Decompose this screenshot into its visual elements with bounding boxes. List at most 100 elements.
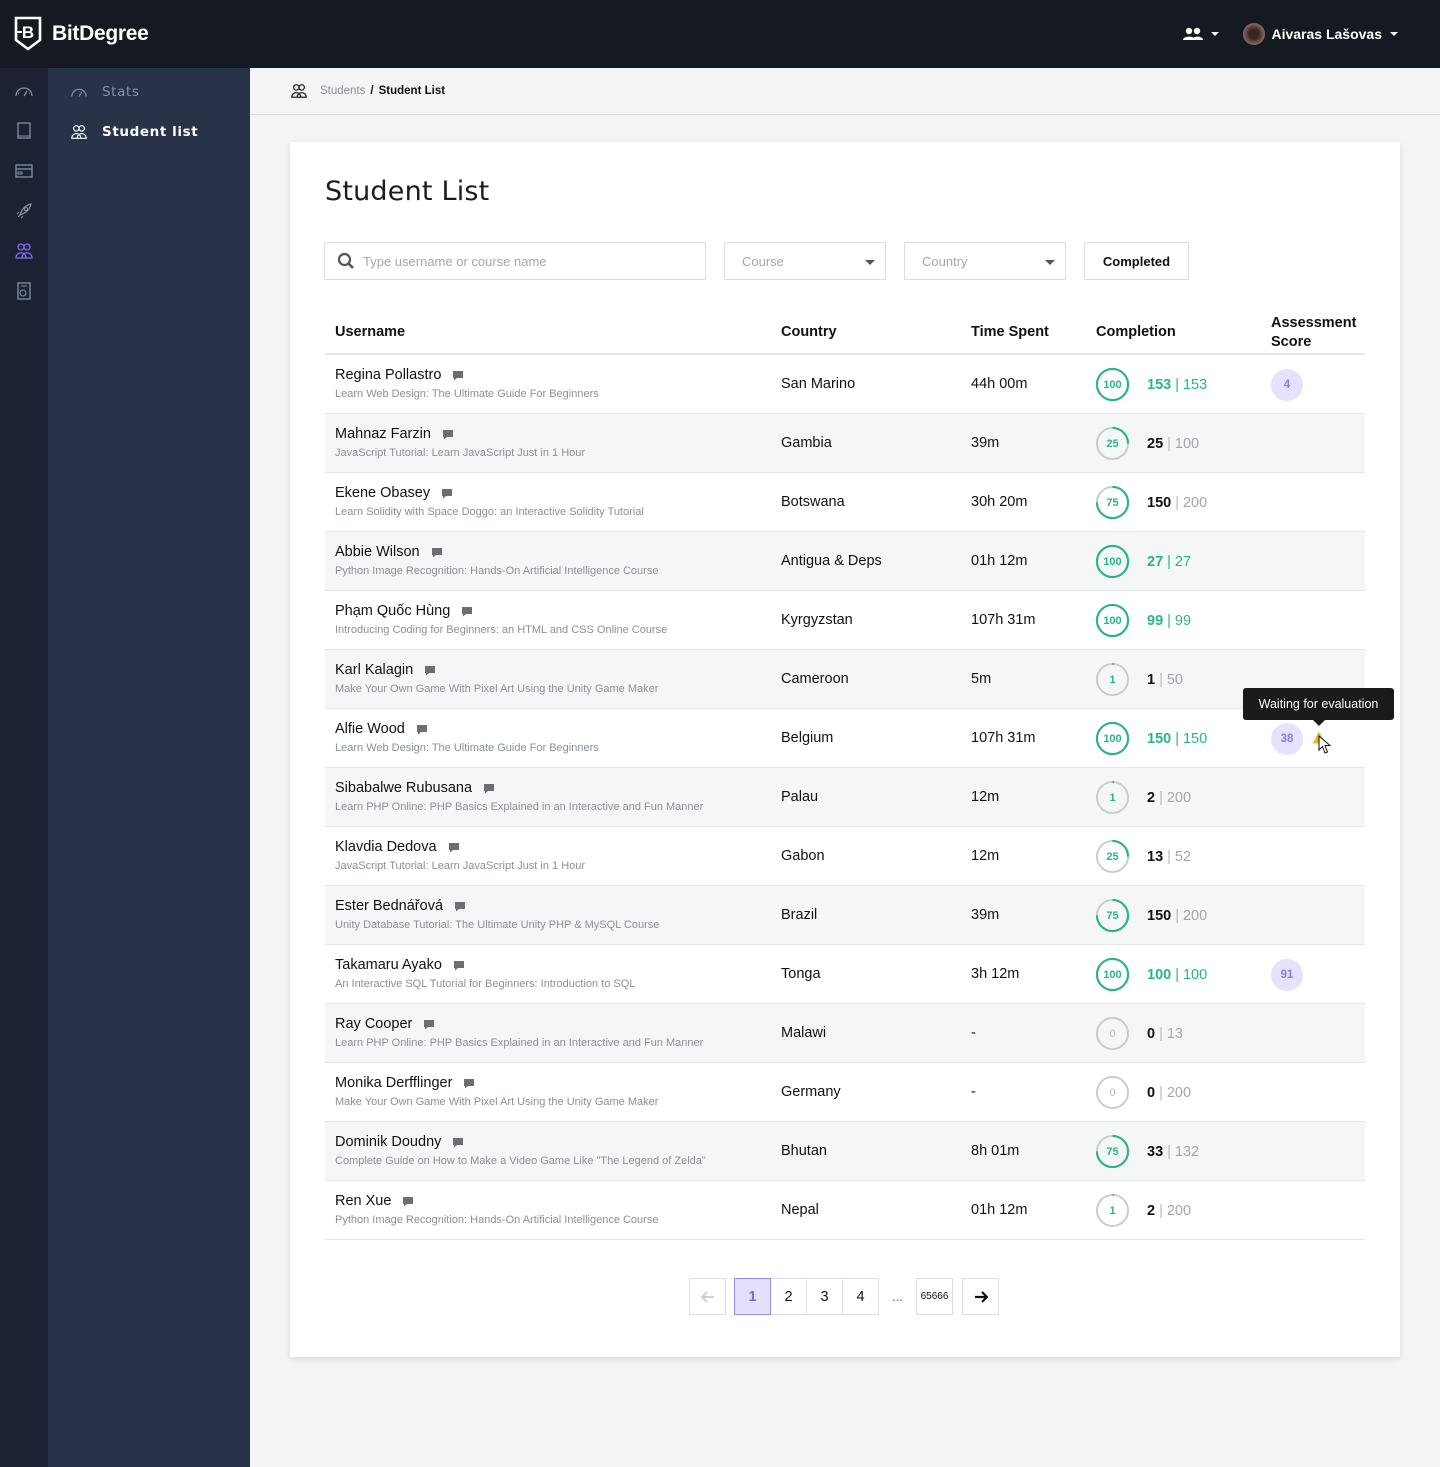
table-row[interactable]: Klavdia Dedova JavaScript Tutorial: Learn… bbox=[325, 827, 1365, 886]
groups-menu-button[interactable] bbox=[1183, 27, 1220, 41]
assessment-score-badge[interactable]: 4 bbox=[1271, 369, 1303, 401]
completion-ring: 25 bbox=[1095, 426, 1130, 461]
assessment-score-badge[interactable]: 38 bbox=[1271, 723, 1303, 755]
course-name[interactable]: Make Your Own Game With Pixel Art Using … bbox=[335, 683, 658, 695]
column-header-country[interactable]: Country bbox=[781, 324, 837, 340]
course-name[interactable]: Introducing Coding for Beginners: an HTM… bbox=[335, 624, 667, 636]
username-cell: Mahnaz Farzin JavaScript Tutorial: Learn … bbox=[335, 426, 585, 459]
rail-item-students[interactable] bbox=[14, 241, 34, 261]
username[interactable]: Phạm Quốc Hùng bbox=[335, 603, 450, 619]
comment-icon[interactable] bbox=[416, 724, 428, 735]
country-cell: Palau bbox=[781, 789, 819, 805]
table-row[interactable]: Sibabalwe Rubusana Learn PHP Online: PHP … bbox=[325, 768, 1365, 827]
pagination-last-page[interactable]: 65666 bbox=[916, 1278, 953, 1315]
rail-item-launch[interactable] bbox=[14, 201, 34, 221]
table-row[interactable]: Phạm Quốc Hùng Introducing Coding for Beg… bbox=[325, 591, 1365, 650]
username[interactable]: Abbie Wilson bbox=[335, 544, 420, 560]
country-select[interactable]: Country bbox=[904, 242, 1066, 280]
pagination-prev-button[interactable] bbox=[689, 1278, 726, 1315]
table-row[interactable]: Abbie Wilson Python Image Recognition: Ha… bbox=[325, 532, 1365, 591]
pagination-page-1[interactable]: 1 bbox=[734, 1278, 771, 1315]
search-field[interactable] bbox=[324, 242, 706, 280]
course-name[interactable]: Learn Web Design: The Ultimate Guide For… bbox=[335, 388, 599, 400]
pagination-page-3[interactable]: 3 bbox=[806, 1278, 843, 1315]
username[interactable]: Ren Xue bbox=[335, 1193, 391, 1209]
comment-icon[interactable] bbox=[424, 665, 436, 676]
comment-icon[interactable] bbox=[463, 1078, 475, 1089]
table-row[interactable]: Ester Bednářová Unity Database Tutorial: … bbox=[325, 886, 1365, 945]
username[interactable]: Monika Derfflinger bbox=[335, 1075, 452, 1091]
rail-item-dashboard[interactable] bbox=[14, 82, 34, 102]
comment-icon[interactable] bbox=[452, 1137, 464, 1148]
comment-icon[interactable] bbox=[452, 370, 464, 381]
pagination-page-2[interactable]: 2 bbox=[770, 1278, 807, 1315]
username[interactable]: Karl Kalagin bbox=[335, 662, 413, 678]
course-name[interactable]: Learn PHP Online: PHP Basics Explained i… bbox=[335, 1037, 703, 1049]
table-row[interactable]: Monika Derfflinger Make Your Own Game Wit… bbox=[325, 1063, 1365, 1122]
comment-icon[interactable] bbox=[454, 901, 466, 912]
table-row[interactable]: Alfie Wood Learn Web Design: The Ultimate… bbox=[325, 709, 1365, 768]
user-menu-button[interactable]: Aivaras Lašovas bbox=[1243, 23, 1398, 45]
course-name[interactable]: An Interactive SQL Tutorial for Beginner… bbox=[335, 978, 635, 990]
table-row[interactable]: Dominik Doudny Complete Guide on How to M… bbox=[325, 1122, 1365, 1181]
course-name[interactable]: JavaScript Tutorial: Learn JavaScript Ju… bbox=[335, 447, 585, 459]
caret-down-icon bbox=[1211, 32, 1220, 36]
rail-item-payments[interactable] bbox=[14, 161, 34, 181]
course-name[interactable]: Complete Guide on How to Make a Video Ga… bbox=[335, 1155, 706, 1167]
table-row[interactable]: Ekene Obasey Learn Solidity with Space Do… bbox=[325, 473, 1365, 532]
table-row[interactable]: Ray Cooper Learn PHP Online: PHP Basics E… bbox=[325, 1004, 1365, 1063]
column-header-assessment-score[interactable]: Assessment Score bbox=[1271, 314, 1371, 352]
course-name[interactable]: Python Image Recognition: Hands-On Artif… bbox=[335, 565, 658, 577]
time-spent-cell: 39m bbox=[971, 907, 1000, 923]
table-row[interactable]: Karl Kalagin Make Your Own Game With Pixe… bbox=[325, 650, 1365, 709]
sidebar-item-stats[interactable]: Stats bbox=[70, 83, 139, 101]
course-select[interactable]: Course bbox=[724, 242, 886, 280]
comment-icon[interactable] bbox=[431, 547, 443, 558]
rail-item-courses[interactable] bbox=[14, 121, 34, 141]
comment-icon[interactable] bbox=[453, 960, 465, 971]
course-name[interactable]: JavaScript Tutorial: Learn JavaScript Ju… bbox=[335, 860, 585, 872]
rail-item-certificates[interactable] bbox=[14, 281, 34, 301]
course-name[interactable]: Learn PHP Online: PHP Basics Explained i… bbox=[335, 801, 703, 813]
completion-percent: 1 bbox=[1109, 673, 1116, 686]
course-name[interactable]: Make Your Own Game With Pixel Art Using … bbox=[335, 1096, 658, 1108]
username[interactable]: Sibabalwe Rubusana bbox=[335, 780, 472, 796]
username[interactable]: Takamaru Ayako bbox=[335, 957, 442, 973]
username[interactable]: Ester Bednářová bbox=[335, 898, 443, 914]
username[interactable]: Ray Cooper bbox=[335, 1016, 412, 1032]
pagination-next-button[interactable] bbox=[962, 1278, 999, 1315]
count-separator: | bbox=[1167, 613, 1171, 629]
table-header: Username Country Time Spent Completion A… bbox=[325, 310, 1365, 355]
username[interactable]: Mahnaz Farzin bbox=[335, 426, 431, 442]
comment-icon[interactable] bbox=[423, 1019, 435, 1030]
table-row[interactable]: Mahnaz Farzin JavaScript Tutorial: Learn … bbox=[325, 414, 1365, 473]
course-name[interactable]: Python Image Recognition: Hands-On Artif… bbox=[335, 1214, 658, 1226]
username[interactable]: Alfie Wood bbox=[335, 721, 405, 737]
column-header-completion[interactable]: Completion bbox=[1096, 324, 1176, 340]
column-header-username[interactable]: Username bbox=[335, 324, 405, 340]
comment-icon[interactable] bbox=[448, 842, 460, 853]
breadcrumb-students-link[interactable]: Students bbox=[320, 85, 365, 97]
course-name[interactable]: Learn Solidity with Space Doggo: an Inte… bbox=[335, 506, 644, 518]
comment-icon[interactable] bbox=[461, 606, 473, 617]
username[interactable]: Dominik Doudny bbox=[335, 1134, 441, 1150]
brand-logo[interactable]: B BitDegree bbox=[14, 16, 149, 52]
assessment-score-badge[interactable]: 91 bbox=[1271, 959, 1303, 991]
username[interactable]: Klavdia Dedova bbox=[335, 839, 437, 855]
username[interactable]: Regina Pollastro bbox=[335, 367, 441, 383]
table-row[interactable]: Regina Pollastro Learn Web Design: The Ul… bbox=[325, 355, 1365, 414]
comment-icon[interactable] bbox=[442, 429, 454, 440]
course-name[interactable]: Learn Web Design: The Ultimate Guide For… bbox=[335, 742, 599, 754]
column-header-time-spent[interactable]: Time Spent bbox=[971, 324, 1049, 340]
course-name[interactable]: Unity Database Tutorial: The Ultimate Un… bbox=[335, 919, 659, 931]
username[interactable]: Ekene Obasey bbox=[335, 485, 430, 501]
search-input[interactable] bbox=[363, 253, 693, 269]
comment-icon[interactable] bbox=[441, 488, 453, 499]
comment-icon[interactable] bbox=[483, 783, 495, 794]
pagination-page-4[interactable]: 4 bbox=[842, 1278, 879, 1315]
sidebar-item-student-list[interactable]: Student list bbox=[70, 123, 198, 141]
completed-filter-button[interactable]: Completed bbox=[1084, 242, 1189, 280]
comment-icon[interactable] bbox=[402, 1196, 414, 1207]
table-row[interactable]: Ren Xue Python Image Recognition: Hands-O… bbox=[325, 1181, 1365, 1240]
table-row[interactable]: Takamaru Ayako An Interactive SQL Tutoria… bbox=[325, 945, 1365, 1004]
